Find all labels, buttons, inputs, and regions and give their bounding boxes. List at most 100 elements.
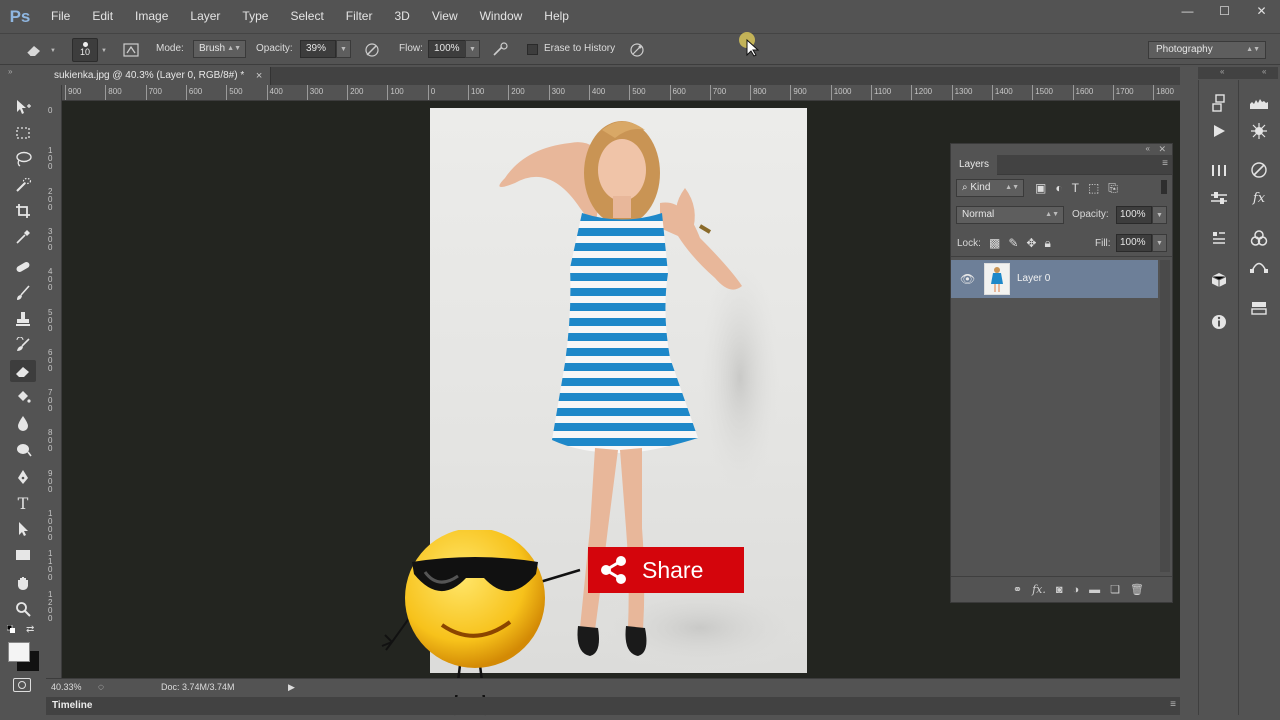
menu-window[interactable]: Window [469, 0, 534, 33]
tool-presets-icon[interactable] [1207, 158, 1231, 182]
maximize-button[interactable]: ☐ [1206, 0, 1243, 22]
menu-view[interactable]: View [421, 0, 469, 33]
layer-opacity-input[interactable]: 100% [1116, 206, 1152, 224]
minimize-button[interactable]: — [1169, 0, 1206, 22]
mode-dropdown[interactable]: Brush ▲▼ [193, 40, 246, 58]
workspace-dropdown[interactable]: Photography ▲▼ [1148, 41, 1266, 59]
menu-select[interactable]: Select [279, 0, 334, 33]
add-mask-icon[interactable]: ◙ [1056, 584, 1063, 596]
flow-slider-toggle[interactable]: ▼ [465, 40, 480, 58]
eyedropper-icon[interactable] [10, 226, 36, 248]
healing-icon[interactable] [10, 256, 36, 278]
info-icon[interactable] [1207, 310, 1231, 334]
lock-transparent-icon[interactable]: ▩ [989, 236, 1000, 251]
path-select-icon[interactable] [10, 518, 36, 540]
quick-select-icon[interactable] [10, 174, 36, 196]
foreground-color-swatch[interactable] [8, 642, 30, 662]
document-tab[interactable]: sukienka.jpg @ 40.3% (Layer 0, RGB/8#) *… [46, 67, 272, 85]
opacity-input[interactable]: 39% [300, 40, 336, 58]
erase-to-history-checkbox[interactable] [527, 44, 538, 55]
filter-smart-object-icon[interactable]: ⎘ [1108, 181, 1118, 196]
opacity-slider-toggle[interactable]: ▼ [336, 40, 351, 58]
history-brush-icon[interactable] [10, 334, 36, 356]
eye-icon[interactable]: 👁︎ [960, 272, 975, 286]
layer-row[interactable]: 👁︎ Layer 0 [951, 260, 1158, 298]
close-button[interactable]: ✕ [1243, 0, 1280, 22]
layer-opacity-slider-toggle[interactable]: ▼ [1152, 206, 1167, 224]
dodge-icon[interactable] [10, 438, 36, 460]
menu-edit[interactable]: Edit [81, 0, 124, 33]
document-tab-close[interactable]: × [256, 67, 262, 85]
move-icon[interactable] [10, 96, 36, 118]
paragraph-styles-icon[interactable] [1207, 226, 1231, 250]
layers-tab[interactable]: Layers [951, 155, 998, 175]
hand-icon[interactable] [10, 572, 36, 594]
dock-collapse-1[interactable]: « [1220, 67, 1224, 76]
layers-menu-icon[interactable]: ≡ [1162, 158, 1168, 169]
link-layers-icon[interactable]: ⚭ [1013, 583, 1022, 596]
menu-filter[interactable]: Filter [335, 0, 384, 33]
menu-layer[interactable]: Layer [179, 0, 231, 33]
bucket-icon[interactable] [10, 386, 36, 408]
quick-mask-icon[interactable] [13, 678, 31, 692]
filter-type-icon[interactable]: T [1072, 181, 1079, 196]
brush-size-picker[interactable]: 10 [72, 38, 98, 62]
navigator-icon[interactable] [1247, 119, 1271, 143]
new-layer-icon[interactable]: ❏ [1110, 583, 1120, 596]
share-button[interactable]: Share [588, 547, 744, 593]
stamp-icon[interactable] [10, 308, 36, 330]
lock-position-icon[interactable]: ✥ [1026, 236, 1036, 251]
brush-size-caret[interactable]: ▼ [101, 48, 107, 54]
eraser-tool-icon[interactable] [10, 360, 36, 382]
timeline-tab[interactable]: Timeline [52, 700, 92, 711]
zoom-icon[interactable] [10, 598, 36, 620]
lock-image-icon[interactable]: ✎ [1008, 236, 1018, 251]
tablet-pressure-size-icon[interactable] [627, 40, 647, 60]
styles-fx-icon[interactable]: fx [1247, 186, 1271, 210]
layers-panel-close[interactable]: ✕ [1158, 144, 1166, 155]
filter-shape-icon[interactable]: ⬚ [1088, 181, 1099, 196]
lasso-icon[interactable] [10, 148, 36, 170]
adjustments-icon[interactable] [1247, 158, 1271, 182]
filter-kind-dropdown[interactable]: ⌕ Kind ▲▼ [956, 179, 1024, 197]
marquee-icon[interactable] [10, 122, 36, 144]
blur-icon[interactable] [10, 412, 36, 434]
brush-icon[interactable] [10, 282, 36, 304]
lock-all-icon[interactable]: 🔒︎ [1044, 236, 1050, 251]
filter-pixel-icon[interactable]: ▣ [1035, 181, 1046, 196]
crop-icon[interactable] [10, 200, 36, 222]
layer-comps-icon[interactable] [1247, 296, 1271, 320]
swap-colors-icon[interactable]: ⇄ [26, 624, 34, 635]
3d-cube-icon[interactable] [1207, 268, 1231, 292]
flow-input[interactable]: 100% [428, 40, 466, 58]
histogram-icon[interactable] [1247, 91, 1271, 115]
new-group-icon[interactable]: ▬ [1089, 584, 1100, 596]
blend-mode-dropdown[interactable]: Normal ▲▼ [956, 206, 1064, 224]
default-colors-icon[interactable] [6, 624, 19, 635]
brush-preset-icon[interactable] [121, 40, 141, 60]
layer-style-fx-icon[interactable]: fx. [1032, 583, 1046, 596]
tool-preset-caret[interactable]: ▼ [50, 48, 56, 54]
toolbar-collapse[interactable]: » [4, 67, 42, 77]
layers-scrollbar[interactable] [1160, 260, 1170, 572]
zoom-level[interactable]: 40.33% [51, 682, 82, 692]
new-adjustment-icon[interactable]: ◑ [1073, 584, 1080, 596]
status-menu-arrow[interactable]: ▶ [288, 682, 295, 693]
shape-icon[interactable] [10, 544, 36, 566]
history-icon[interactable] [1207, 91, 1231, 115]
menu-file[interactable]: File [40, 0, 81, 33]
type-icon[interactable]: T [10, 492, 36, 514]
tablet-pressure-opacity-icon[interactable] [362, 40, 382, 60]
airbrush-icon[interactable] [491, 40, 511, 60]
menu-type[interactable]: Type [231, 0, 279, 33]
fill-input[interactable]: 100% [1116, 234, 1152, 252]
paths-icon[interactable] [1247, 254, 1271, 278]
dock-collapse-2[interactable]: « [1262, 67, 1266, 76]
actions-play-icon[interactable] [1207, 119, 1231, 143]
layers-panel-collapse[interactable]: « [1146, 144, 1150, 153]
adjust-sliders-icon[interactable] [1207, 186, 1231, 210]
timeline-menu-icon[interactable]: ≡ [1170, 699, 1176, 710]
delete-layer-icon[interactable]: 🗑︎ [1130, 583, 1144, 596]
fill-slider-toggle[interactable]: ▼ [1152, 234, 1167, 252]
eraser-icon[interactable] [24, 40, 44, 60]
